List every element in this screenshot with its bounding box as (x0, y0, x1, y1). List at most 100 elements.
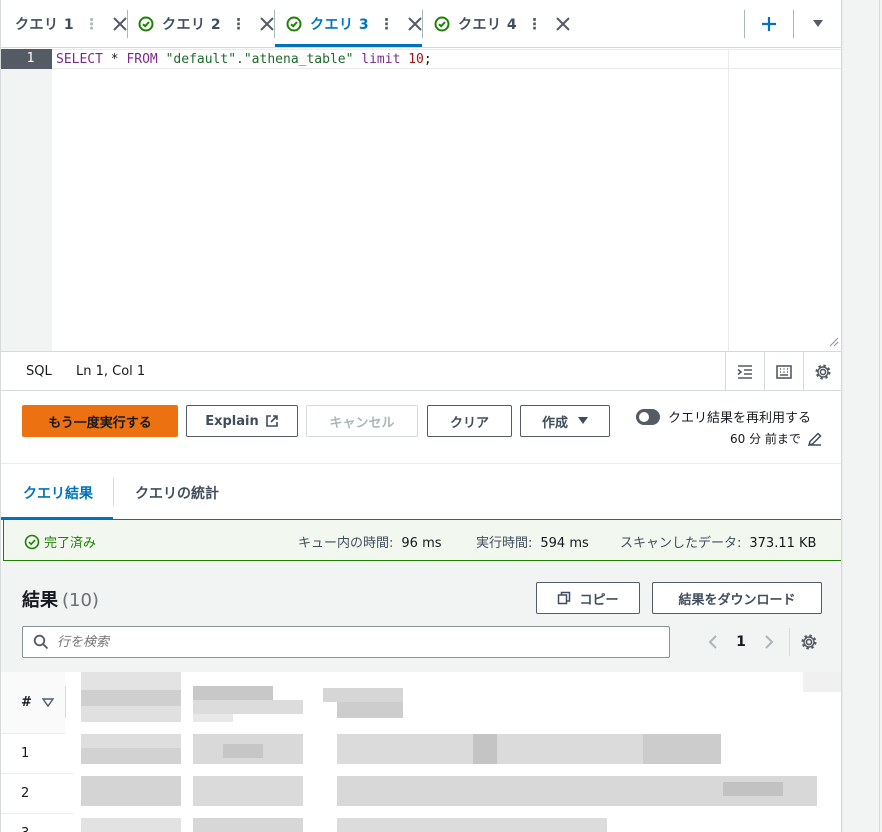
copy-label: コピー (579, 592, 619, 608)
tab-label: クエリ 4 (458, 17, 518, 33)
check-circle-icon (138, 16, 154, 32)
language-indicator: SQL (26, 364, 52, 379)
tab-list-dropdown[interactable] (804, 10, 832, 38)
gutter-divider (879, 0, 880, 832)
sql-number: 10 (400, 52, 424, 67)
copy-icon (558, 591, 571, 605)
gear-icon (801, 634, 817, 650)
new-tab-button[interactable] (755, 10, 783, 38)
copy-button[interactable]: コピー (536, 582, 640, 614)
resize-handle-icon[interactable] (829, 337, 839, 347)
tab-divider (274, 10, 275, 38)
tab-query-stats[interactable]: クエリの統計 (135, 483, 219, 503)
check-circle-icon (434, 16, 450, 32)
search-input[interactable] (57, 634, 617, 650)
tab-query-results[interactable]: クエリ結果 (23, 483, 93, 503)
editor-status-bar: SQL Ln 1, Col 1 (1, 351, 841, 391)
redacted-table-content (73, 672, 841, 832)
queue-time: キュー内の時間: 96 ms (298, 532, 442, 551)
caret-down-icon (813, 20, 823, 27)
sql-token: * (102, 52, 127, 67)
row-divider (1, 813, 73, 814)
next-page-button[interactable] (757, 630, 781, 654)
tab-label: クエリ 2 (162, 17, 222, 33)
metric-label: スキャンしたデータ: (620, 536, 742, 551)
index-column-header[interactable]: # (1, 672, 65, 734)
explain-label: Explain (205, 413, 259, 429)
row-search-field[interactable] (22, 626, 670, 658)
edit-icon[interactable] (807, 431, 823, 447)
page-number[interactable]: 1 (736, 634, 746, 650)
pagination-divider (789, 628, 790, 656)
explain-button[interactable]: Explain (186, 405, 298, 437)
tab-menu-icon[interactable]: ⋮ (84, 15, 99, 33)
reuse-age-setting: 60 分 前まで (730, 430, 823, 447)
tab-label: クエリ 1 (15, 17, 75, 33)
print-margin (728, 49, 729, 351)
run-again-button[interactable]: もう一度実行する (22, 405, 178, 437)
tab-query-3[interactable]: クエリ 3 ⋮ (286, 0, 425, 48)
index-header-label: # (21, 695, 32, 710)
toggle-switch[interactable] (636, 408, 660, 425)
line-gutter (1, 49, 52, 351)
wrap-icon (737, 364, 752, 379)
tab-divider (422, 10, 423, 38)
sql-keyword: FROM (126, 52, 158, 67)
result-tabs: クエリ結果 クエリの統計 (1, 463, 841, 520)
sql-code-line[interactable]: SELECT * FROM "default"."athena_table" l… (56, 50, 432, 70)
metric-value: 594 ms (540, 536, 589, 551)
reuse-age-text: 60 分 前まで (730, 432, 801, 446)
query-tab-bar: クエリ 1 ⋮ クエリ 2 ⋮ クエリ 3 ⋮ クエリ 4 ⋮ (1, 0, 841, 48)
column-divider (65, 686, 66, 718)
pagination: 1 (701, 630, 781, 654)
tab-divider (793, 10, 794, 38)
check-circle-icon (286, 16, 302, 32)
plus-icon (762, 17, 776, 31)
check-circle-icon (24, 534, 40, 549)
results-title-text: 結果 (22, 590, 58, 611)
active-tab-indicator (275, 44, 422, 47)
keyboard-icon (776, 364, 792, 379)
results-panel: 結果(10) コピー 結果をダウンロード 1 # 1 (1, 562, 841, 832)
tab-menu-icon[interactable]: ⋮ (231, 15, 246, 33)
cancel-button[interactable]: キャンセル (306, 405, 418, 437)
results-table: # 1 2 3 (1, 672, 841, 832)
editor-settings-button[interactable] (803, 352, 841, 391)
search-icon (33, 634, 49, 650)
execution-time: 実行時間: 594 ms (476, 532, 589, 551)
previous-page-button[interactable] (701, 630, 725, 654)
query-status-banner: 完了済み キュー内の時間: 96 ms 実行時間: 594 ms スキャンしたデータ… (3, 519, 841, 561)
metric-label: 実行時間: (476, 536, 533, 551)
tab-query-2[interactable]: クエリ 2 ⋮ (138, 0, 277, 48)
results-title: 結果 (10) (22, 586, 99, 612)
download-results-button[interactable]: 結果をダウンロード (652, 582, 822, 614)
format-query-button[interactable] (725, 352, 764, 391)
data-scanned: スキャンしたデータ: 373.11 KB (620, 532, 816, 551)
tab-menu-icon[interactable]: ⋮ (379, 15, 394, 33)
results-count: (10) (62, 590, 99, 611)
reuse-results-label: クエリ結果を再利用する (668, 411, 812, 426)
create-dropdown-button[interactable]: 作成 (520, 405, 610, 437)
tab-divider (127, 10, 128, 38)
keyboard-shortcuts-button[interactable] (764, 352, 803, 391)
table-preferences-button[interactable] (797, 630, 821, 654)
clear-button[interactable]: クリア (427, 405, 512, 437)
tab-query-4[interactable]: クエリ 4 ⋮ (434, 0, 573, 48)
chevron-right-icon (765, 635, 774, 649)
query-editor-panel: クエリ 1 ⋮ クエリ 2 ⋮ クエリ 3 ⋮ クエリ 4 ⋮ 1 SELECT… (0, 0, 842, 832)
page-scroll-gutter (842, 0, 882, 832)
reuse-results-toggle[interactable]: クエリ結果を再利用する (636, 407, 811, 426)
tab-query-1[interactable]: クエリ 1 ⋮ (15, 0, 130, 48)
sql-editor[interactable]: 1 SELECT * FROM "default"."athena_table"… (1, 49, 841, 351)
cursor-position: Ln 1, Col 1 (76, 364, 146, 379)
metric-value: 96 ms (401, 536, 442, 551)
metric-value: 373.11 KB (749, 536, 817, 551)
metric-label: キュー内の時間: (298, 536, 394, 551)
close-icon[interactable] (553, 14, 573, 34)
row-divider (1, 773, 73, 774)
gear-icon (815, 364, 831, 379)
status-text: 完了済み (44, 536, 97, 551)
tab-menu-icon[interactable]: ⋮ (527, 15, 542, 33)
external-link-icon (265, 415, 278, 427)
sql-keyword: limit (361, 52, 401, 67)
